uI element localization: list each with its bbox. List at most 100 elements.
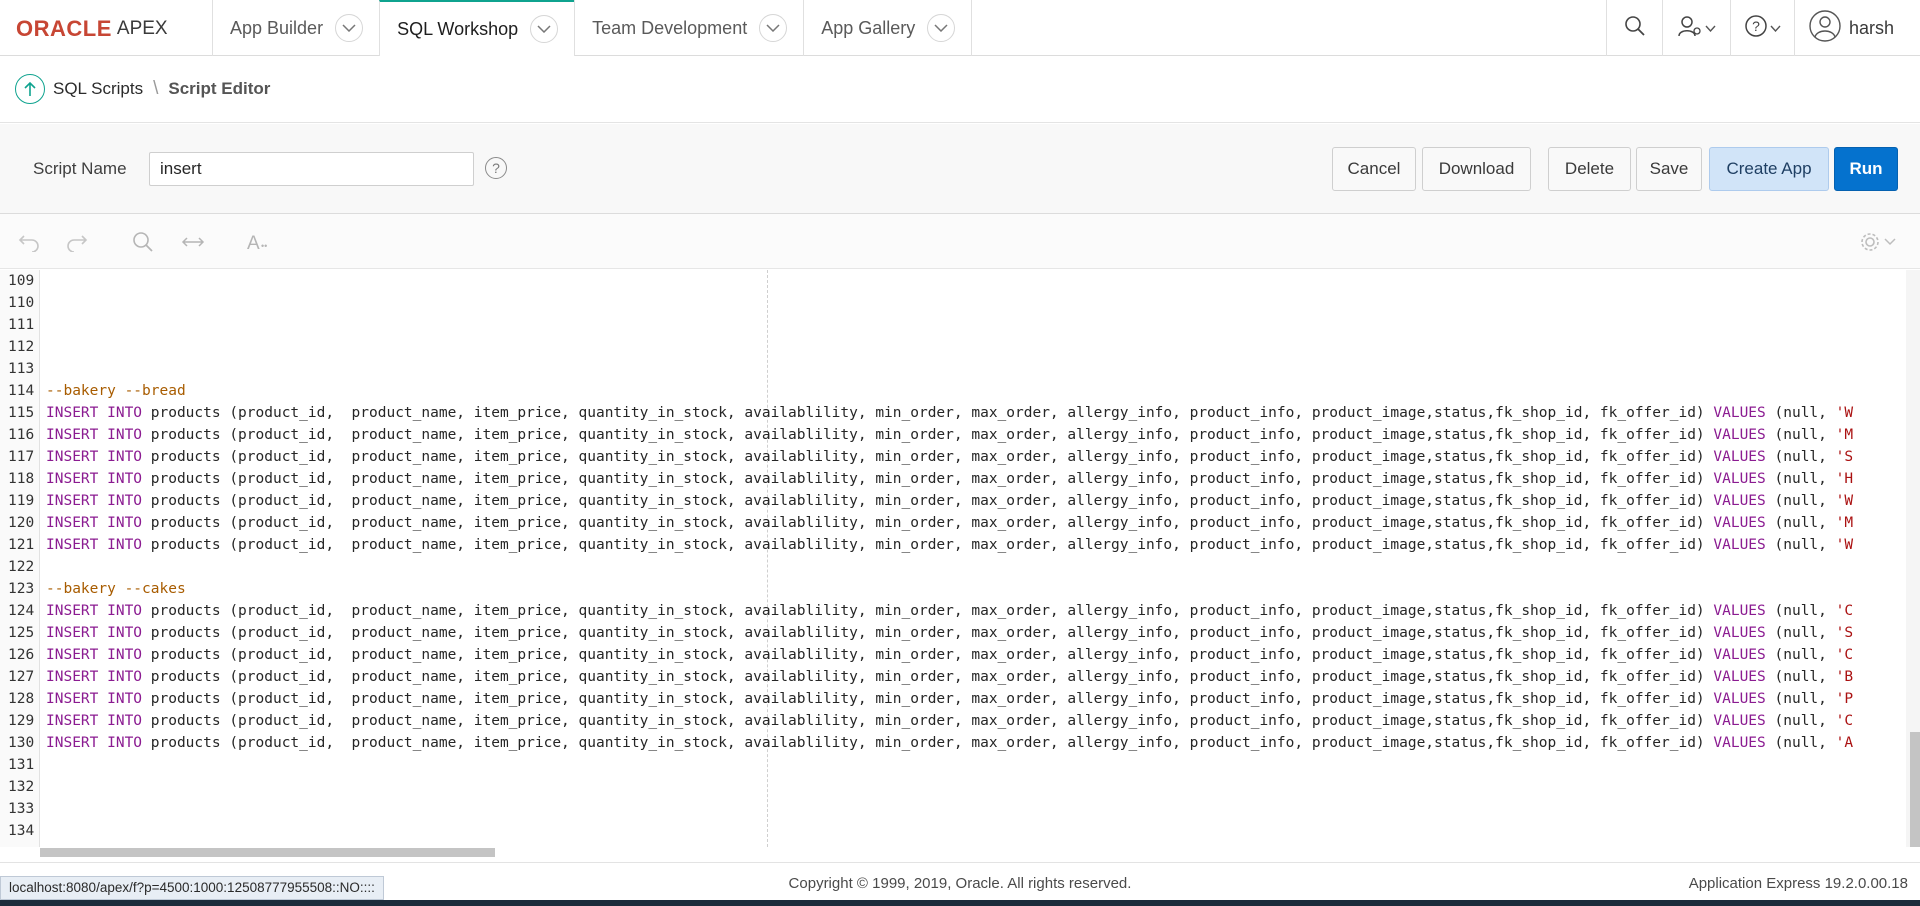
sql-keyword: INSERT INTO: [46, 713, 143, 729]
delete-button[interactable]: Delete: [1548, 147, 1631, 191]
sql-keyword: INSERT INTO: [46, 471, 143, 487]
chevron-down-icon[interactable]: [759, 14, 788, 42]
search-icon: [1624, 15, 1646, 42]
tab-app-builder[interactable]: App Builder: [212, 0, 379, 56]
search-button[interactable]: [1606, 0, 1662, 56]
breadcrumb: SQL Scripts \ Script Editor: [0, 56, 1920, 123]
replace-arrows-icon[interactable]: [180, 230, 206, 254]
sql-values-prefix: (null,: [1765, 603, 1836, 619]
help-icon[interactable]: ?: [485, 157, 507, 179]
sql-columns: products (product_id, product_name, item…: [142, 669, 1714, 685]
redo-icon[interactable]: [64, 230, 90, 254]
line-number: 123: [8, 581, 35, 597]
code-line: 133: [0, 798, 1920, 820]
sql-keyword: VALUES: [1713, 537, 1766, 553]
line-number: 126: [8, 647, 35, 663]
oracle-apex-logo[interactable]: ORACLE APEX: [16, 16, 168, 41]
vertical-scrollbar-thumb[interactable]: [1910, 732, 1920, 847]
chevron-down-icon[interactable]: [927, 14, 956, 42]
sql-keyword: VALUES: [1713, 647, 1766, 663]
sql-keyword: VALUES: [1713, 515, 1766, 531]
code-line: 128 INSERT INTO products (product_id, pro…: [0, 688, 1920, 710]
sql-keyword: VALUES: [1713, 691, 1766, 707]
sql-keyword: VALUES: [1713, 603, 1766, 619]
sql-columns: products (product_id, product_name, item…: [142, 735, 1714, 751]
sql-columns: products (product_id, product_name, item…: [142, 713, 1714, 729]
sql-string: 'C: [1835, 713, 1854, 729]
line-number: 129: [8, 713, 35, 729]
code-line: 127 INSERT INTO products (product_id, pro…: [0, 666, 1920, 688]
code-line: 109: [0, 270, 1920, 292]
sql-values-prefix: (null,: [1765, 647, 1836, 663]
sql-values-prefix: (null,: [1765, 537, 1836, 553]
breadcrumb-current: Script Editor: [168, 79, 271, 98]
sql-values-prefix: (null,: [1765, 471, 1836, 487]
code-text: --bakery --cakes: [46, 578, 186, 600]
code-line: 115 INSERT INTO products (product_id, pro…: [0, 402, 1920, 424]
script-name-label: Script Name: [33, 159, 127, 178]
code-line: 123 --bakery --cakes: [0, 578, 1920, 600]
tab-label: Team Development: [592, 17, 748, 38]
download-button[interactable]: Download: [1422, 147, 1531, 191]
code-text: INSERT INTO products (product_id, produc…: [46, 644, 1853, 666]
sql-values-prefix: (null,: [1765, 427, 1836, 443]
top-header: ORACLE APEX App Builder SQL Workshop Tea…: [0, 0, 1920, 56]
user-menu-button[interactable]: harsh: [1794, 0, 1920, 56]
sql-columns: products (product_id, product_name, item…: [142, 405, 1714, 421]
code-line: 120 INSERT INTO products (product_id, pro…: [0, 512, 1920, 534]
sql-columns: products (product_id, product_name, item…: [142, 625, 1714, 641]
cancel-button[interactable]: Cancel: [1332, 147, 1416, 191]
create-app-button[interactable]: Create App: [1709, 147, 1829, 191]
breadcrumb-sql-scripts[interactable]: SQL Scripts: [53, 79, 143, 99]
run-button[interactable]: Run: [1834, 147, 1898, 191]
sql-columns: products (product_id, product_name, item…: [142, 537, 1714, 553]
sql-keyword: VALUES: [1713, 471, 1766, 487]
line-number: 131: [8, 757, 35, 773]
line-number: 134: [8, 823, 35, 839]
sql-comment: --bakery --cakes: [46, 581, 186, 597]
chevron-down-icon[interactable]: [530, 15, 559, 43]
sql-columns: products (product_id, product_name, item…: [142, 471, 1714, 487]
script-name-input[interactable]: [149, 152, 474, 186]
sql-values-prefix: (null,: [1765, 405, 1836, 421]
user-admin-icon: [1677, 15, 1702, 42]
sql-keyword: VALUES: [1713, 405, 1766, 421]
save-button[interactable]: Save: [1636, 147, 1702, 191]
code-text: INSERT INTO products (product_id, produc…: [46, 424, 1853, 446]
sql-string: 'H: [1835, 471, 1854, 487]
sql-string: 'W: [1835, 405, 1854, 421]
sql-columns: products (product_id, product_name, item…: [142, 647, 1714, 663]
up-arrow-icon[interactable]: [15, 74, 45, 104]
settings-gear-icon[interactable]: [1856, 230, 1902, 254]
chevron-down-icon[interactable]: [335, 14, 364, 42]
code-line: 112: [0, 336, 1920, 358]
administration-menu-button[interactable]: [1662, 0, 1730, 56]
code-line: 117 INSERT INTO products (product_id, pro…: [0, 446, 1920, 468]
sql-string: 'C: [1835, 647, 1854, 663]
line-number: 117: [8, 449, 35, 465]
sql-columns: products (product_id, product_name, item…: [142, 493, 1714, 509]
code-text: INSERT INTO products (product_id, produc…: [46, 688, 1853, 710]
tab-app-gallery[interactable]: App Gallery: [803, 0, 973, 56]
undo-icon[interactable]: [16, 230, 42, 254]
svg-text:••: ••: [261, 241, 267, 251]
font-size-icon[interactable]: A ••: [245, 230, 271, 254]
sql-keyword: INSERT INTO: [46, 405, 143, 421]
find-icon[interactable]: [130, 230, 156, 254]
code-editor[interactable]: 109 110 111 112 113 114 --bakery --bread 115 INS…: [0, 270, 1920, 847]
horizontal-scrollbar-thumb[interactable]: [40, 848, 495, 857]
tab-label: App Builder: [230, 17, 324, 38]
sql-comment: --bakery --bread: [46, 383, 186, 399]
os-taskbar-edge: [0, 900, 1920, 906]
help-menu-button[interactable]: ?: [1730, 0, 1794, 56]
tab-team-development[interactable]: Team Development: [574, 0, 803, 56]
line-number: 122: [8, 559, 35, 575]
tab-sql-workshop[interactable]: SQL Workshop: [379, 0, 575, 56]
sql-string: 'A: [1835, 735, 1854, 751]
sql-columns: products (product_id, product_name, item…: [142, 515, 1714, 531]
line-number: 112: [8, 339, 35, 355]
line-number: 110: [8, 295, 35, 311]
line-number: 121: [8, 537, 35, 553]
sql-values-prefix: (null,: [1765, 735, 1836, 751]
code-text: INSERT INTO products (product_id, produc…: [46, 710, 1853, 732]
